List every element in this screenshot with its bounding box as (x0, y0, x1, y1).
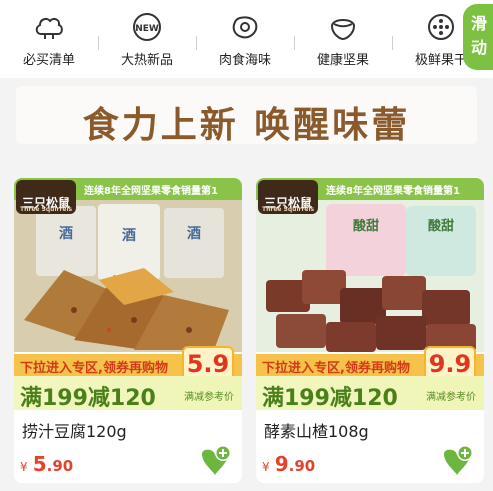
svg-text:酒: 酒 (187, 226, 201, 242)
brand-logo: 三只松鼠 Three Squirrels (258, 180, 318, 214)
price-decimal: .90 (288, 457, 316, 475)
nut-icon (330, 19, 356, 41)
hawthorn-product-photo: 酸甜 酸甜 (256, 200, 484, 352)
svg-text:酒: 酒 (59, 226, 73, 242)
banner-title: 食力上新 唤醒味蕾 (82, 105, 411, 146)
svg-text:酸甜: 酸甜 (428, 218, 454, 234)
nav-divider (196, 36, 197, 50)
price-decimal: .90 (46, 457, 74, 475)
add-to-cart-icon[interactable] (198, 444, 232, 478)
product-card[interactable]: 连续8年全网坚果零食销量第1 酒 酒 酒 三只松鼠 Three Squirrel… (14, 178, 242, 483)
brand-subtitle: Three Squirrels (262, 206, 315, 213)
svg-text:酒: 酒 (122, 228, 136, 244)
nav-item-meat[interactable]: 肉食海味 (196, 0, 294, 78)
brand-logo: 三只松鼠 Three Squirrels (16, 180, 76, 214)
product-price: ¥ 5.90 (20, 452, 73, 476)
nav-label: 健康坚果 (316, 53, 369, 68)
new-badge-icon: NEW (133, 13, 161, 41)
nav-item-must-buy[interactable]: 必买清单 (0, 0, 98, 78)
discount-bar: 满199减120 满减参考价 (256, 376, 484, 411)
coupon-hint-text: 下拉进入专区,领券再购物 (262, 361, 410, 376)
meat-icon (232, 16, 258, 39)
discount-note: 满减参考价 (426, 392, 476, 403)
discount-note: 满减参考价 (184, 392, 234, 403)
bestseller-text: 连续8年全网坚果零食销量第1 (326, 186, 460, 197)
cloud-icon (35, 17, 63, 39)
product-name[interactable]: 酵素山楂108g (264, 418, 369, 442)
nav-label: 大热新品 (120, 53, 173, 68)
product-image[interactable]: 连续8年全网坚果零食销量第1 酸甜 酸甜 三只松鼠 Three Squirrel… (256, 178, 484, 411)
slide-tab[interactable]: 滑动 (463, 4, 493, 70)
price-tag-value: 9.9 (428, 350, 472, 378)
svg-text:酸甜: 酸甜 (353, 218, 379, 234)
fruit-icon (428, 14, 454, 40)
discount-bar: 满199减120 满减参考价 (14, 376, 242, 411)
product-image[interactable]: 连续8年全网坚果零食销量第1 酒 酒 酒 三只松鼠 Three Squirrel… (14, 178, 242, 411)
nav-label: 肉食海味 (218, 53, 271, 68)
nav-divider (392, 36, 393, 50)
brand-subtitle: Three Squirrels (20, 206, 73, 213)
coupon-hint-text: 下拉进入专区,领券再购物 (20, 361, 168, 376)
product-card[interactable]: 连续8年全网坚果零食销量第1 酸甜 酸甜 三只松鼠 Three Squirrel… (256, 178, 484, 483)
nav-label: 必买清单 (22, 53, 75, 68)
svg-text:NEW: NEW (135, 24, 159, 34)
nav-divider (98, 36, 99, 50)
nav-divider (294, 36, 295, 50)
discount-text: 满199减120 (20, 386, 156, 411)
discount-text: 满199减120 (262, 386, 398, 411)
nav-item-nuts[interactable]: 健康坚果 (294, 0, 392, 78)
product-name[interactable]: 捞汁豆腐120g (22, 418, 127, 442)
product-price: ¥ 9.90 (262, 452, 315, 476)
promo-banner: 食力上新 唤醒味蕾 (0, 78, 493, 158)
price-integer: 5 (32, 452, 47, 476)
price-tag-value: 5.9 (186, 350, 230, 378)
tofu-product-photo: 酒 酒 酒 (14, 200, 242, 352)
nav-item-new[interactable]: NEW 大热新品 (98, 0, 196, 78)
bestseller-text: 连续8年全网坚果零食销量第1 (84, 186, 218, 197)
add-to-cart-icon[interactable] (440, 444, 474, 478)
price-integer: 9 (274, 452, 289, 476)
currency-symbol: ¥ (20, 460, 28, 474)
currency-symbol: ¥ (262, 460, 270, 474)
category-nav: 必买清单 NEW 大热新品 肉食海味 健康坚果 极鲜果干 滑动 (0, 0, 493, 78)
banner-panel: 食力上新 唤醒味蕾 (16, 86, 477, 146)
page-bottom (0, 483, 493, 491)
